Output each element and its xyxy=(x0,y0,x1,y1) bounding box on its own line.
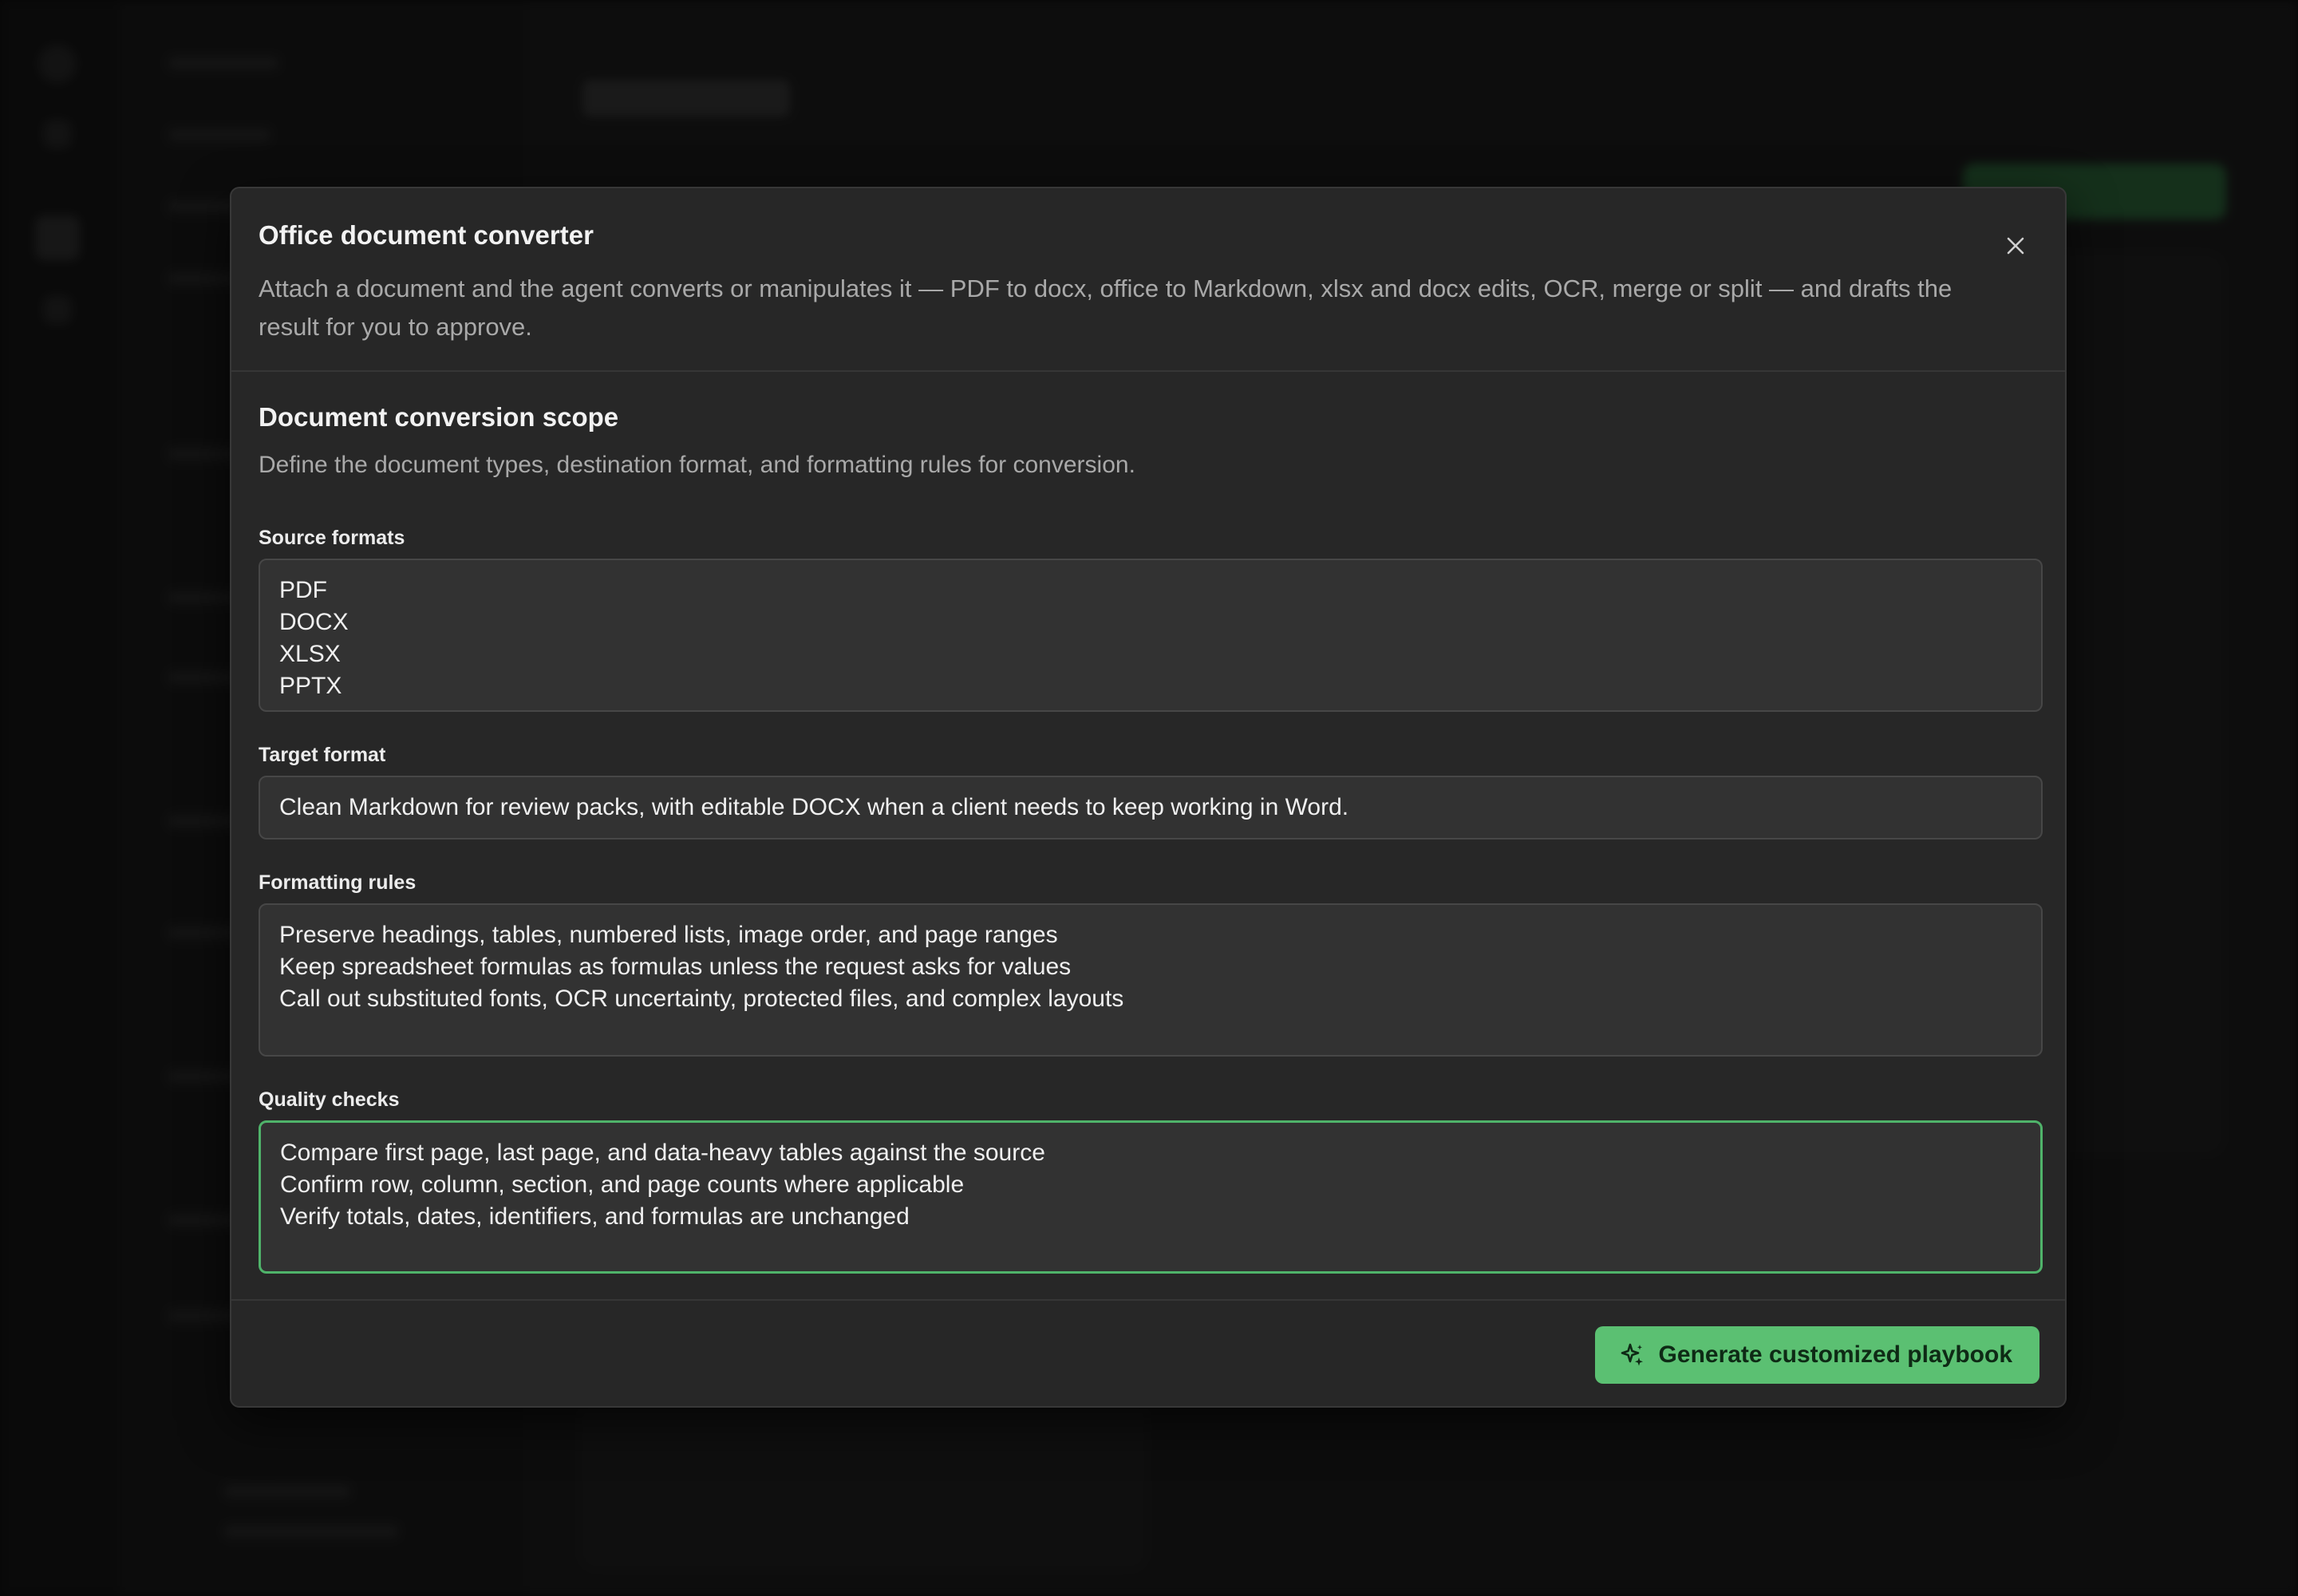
formatting-rules-label: Formatting rules xyxy=(259,871,417,894)
source-formats-textarea[interactable]: PDF DOCX XLSX PPTX xyxy=(259,559,2043,712)
section-description: Define the document types, destination f… xyxy=(259,452,1135,478)
target-format-value: Clean Markdown for review packs, with ed… xyxy=(279,794,1349,820)
converter-modal: Office document converter Attach a docum… xyxy=(230,187,2067,1408)
source-formats-label: Source formats xyxy=(259,527,405,549)
modal-footer: Generate customized playbook xyxy=(231,1299,2065,1406)
quality-checks-label: Quality checks xyxy=(259,1088,400,1111)
quality-check-line: Verify totals, dates, identifiers, and f… xyxy=(280,1203,910,1230)
target-format-input[interactable]: Clean Markdown for review packs, with ed… xyxy=(259,776,2043,839)
app-stage: Office document converter Attach a docum… xyxy=(0,0,2298,1596)
formatting-rule-line: Keep spreadsheet formulas as formulas un… xyxy=(279,954,1072,980)
source-format-line: DOCX xyxy=(279,609,349,635)
source-format-line: PPTX xyxy=(279,673,342,699)
quality-checks-textarea[interactable]: Compare first page, last page, and data-… xyxy=(259,1120,2043,1274)
modal-title: Office document converter xyxy=(259,220,594,250)
formatting-rule-line: Preserve headings, tables, numbered list… xyxy=(279,922,1058,948)
modal-description: Attach a document and the agent converts… xyxy=(259,275,1953,341)
quality-check-line: Confirm row, column, section, and page c… xyxy=(280,1171,965,1198)
sparkle-icon xyxy=(1621,1343,1643,1366)
formatting-rule-line: Call out substituted fonts, OCR uncertai… xyxy=(279,986,1124,1012)
target-format-label: Target format xyxy=(259,744,386,766)
modal-header: Office document converter Attach a docum… xyxy=(231,188,2065,372)
section-title: Document conversion scope xyxy=(259,402,619,432)
source-format-line: XLSX xyxy=(279,641,341,667)
source-format-line: PDF xyxy=(279,577,327,603)
quality-check-line: Compare first page, last page, and data-… xyxy=(280,1140,1045,1166)
formatting-rules-textarea[interactable]: Preserve headings, tables, numbered list… xyxy=(259,903,2043,1057)
close-icon xyxy=(2007,237,2024,255)
close-button[interactable] xyxy=(1995,225,2036,267)
generate-playbook-button[interactable]: Generate customized playbook xyxy=(1594,1326,2039,1384)
generate-playbook-label: Generate customized playbook xyxy=(1658,1341,2012,1368)
